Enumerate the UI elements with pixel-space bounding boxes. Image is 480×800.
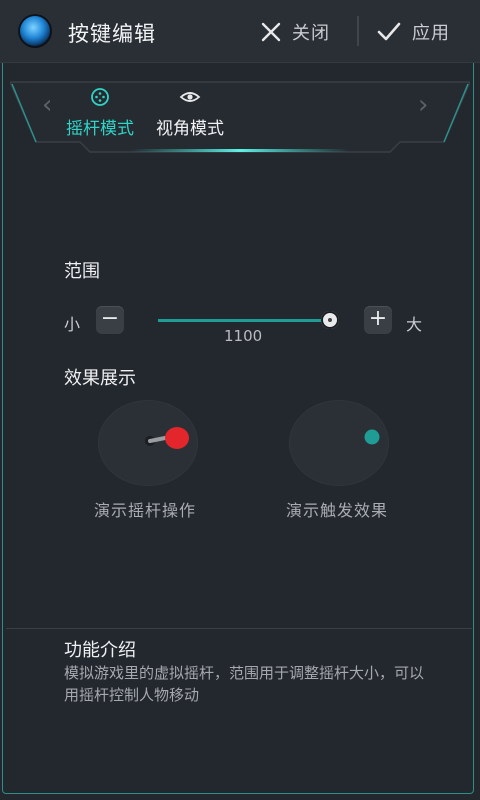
tab-label: 视角模式 [156, 119, 224, 139]
page-title: 按键编辑 [68, 22, 156, 46]
demo-title: 效果展示 [64, 368, 136, 389]
joystick-demo-graphic [145, 427, 189, 449]
tab-prev-arrow[interactable]: ‹ [42, 90, 52, 120]
header-bar: 按键编辑 关闭 应用 [0, 0, 480, 63]
header-divider [357, 16, 359, 46]
tab-label: 摇杆模式 [66, 119, 134, 139]
apply-label: 应用 [412, 23, 450, 44]
joystick-demo[interactable] [98, 400, 198, 486]
range-slider-thumb[interactable] [321, 311, 339, 329]
range-min-label: 小 [64, 315, 81, 334]
eye-icon [179, 92, 201, 102]
range-slider-track[interactable] [158, 319, 330, 322]
trigger-demo-graphic [364, 429, 380, 445]
tab-view-mode[interactable]: 视角模式 [156, 86, 224, 139]
app-logo-icon [18, 14, 52, 48]
decrease-button[interactable]: − [96, 306, 124, 334]
tab-joystick-mode[interactable]: 摇杆模式 [66, 86, 134, 139]
intro-description: 模拟游戏里的虚拟摇杆，范围用于调整摇杆大小，可以用摇杆控制人物移动 [64, 664, 425, 704]
close-icon [261, 22, 281, 42]
range-max-label: 大 [406, 315, 423, 334]
close-label: 关闭 [292, 23, 330, 44]
joystick-icon [91, 88, 109, 106]
joystick-demo-caption: 演示摇杆操作 [94, 501, 197, 520]
section-divider [6, 628, 472, 629]
range-value: 1100 [224, 327, 263, 345]
close-button[interactable]: 关闭 [260, 18, 330, 46]
check-icon [377, 22, 401, 41]
range-title: 范围 [64, 261, 100, 282]
intro-title: 功能介绍 [64, 640, 136, 661]
apply-button[interactable]: 应用 [376, 18, 450, 46]
trigger-demo-caption: 演示触发效果 [286, 501, 389, 520]
trigger-demo[interactable] [289, 400, 389, 486]
tab-next-arrow[interactable]: › [418, 90, 428, 120]
increase-button[interactable]: + [364, 306, 392, 334]
